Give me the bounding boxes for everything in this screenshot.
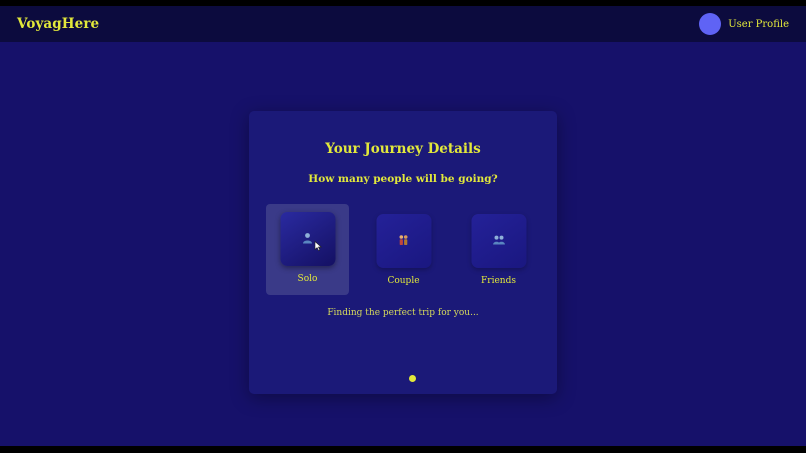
- card-title: Your Journey Details: [325, 141, 481, 157]
- user-profile-button[interactable]: User Profile: [699, 13, 789, 35]
- option-couple-label: Couple: [387, 276, 420, 286]
- avatar[interactable]: [699, 13, 722, 35]
- group-size-question: How many people will be going?: [308, 173, 498, 185]
- option-friends-label: Friends: [481, 276, 516, 286]
- option-couple[interactable]: Couple: [362, 204, 445, 295]
- friends-icon: [492, 234, 505, 249]
- user-profile-label[interactable]: User Profile: [728, 19, 789, 30]
- option-friends[interactable]: Friends: [457, 204, 540, 295]
- option-solo-tile[interactable]: [280, 212, 335, 266]
- couple-icon: [398, 234, 410, 249]
- brand-logo[interactable]: VoyagHere: [17, 16, 99, 32]
- journey-details-card: Your Journey Details How many people wil…: [249, 111, 557, 394]
- loading-status-text: Finding the perfect trip for you...: [327, 308, 479, 318]
- app-page: VoyagHere User Profile Your Journey Deta…: [0, 6, 806, 446]
- loading-indicator-dot: [409, 375, 416, 382]
- option-solo-label: Solo: [297, 274, 318, 284]
- option-friends-tile[interactable]: [471, 214, 526, 268]
- person-icon: [302, 232, 314, 247]
- option-couple-tile[interactable]: [376, 214, 431, 268]
- mouse-cursor-icon: [314, 241, 322, 251]
- navbar: VoyagHere User Profile: [0, 6, 806, 42]
- option-solo[interactable]: Solo: [266, 204, 349, 295]
